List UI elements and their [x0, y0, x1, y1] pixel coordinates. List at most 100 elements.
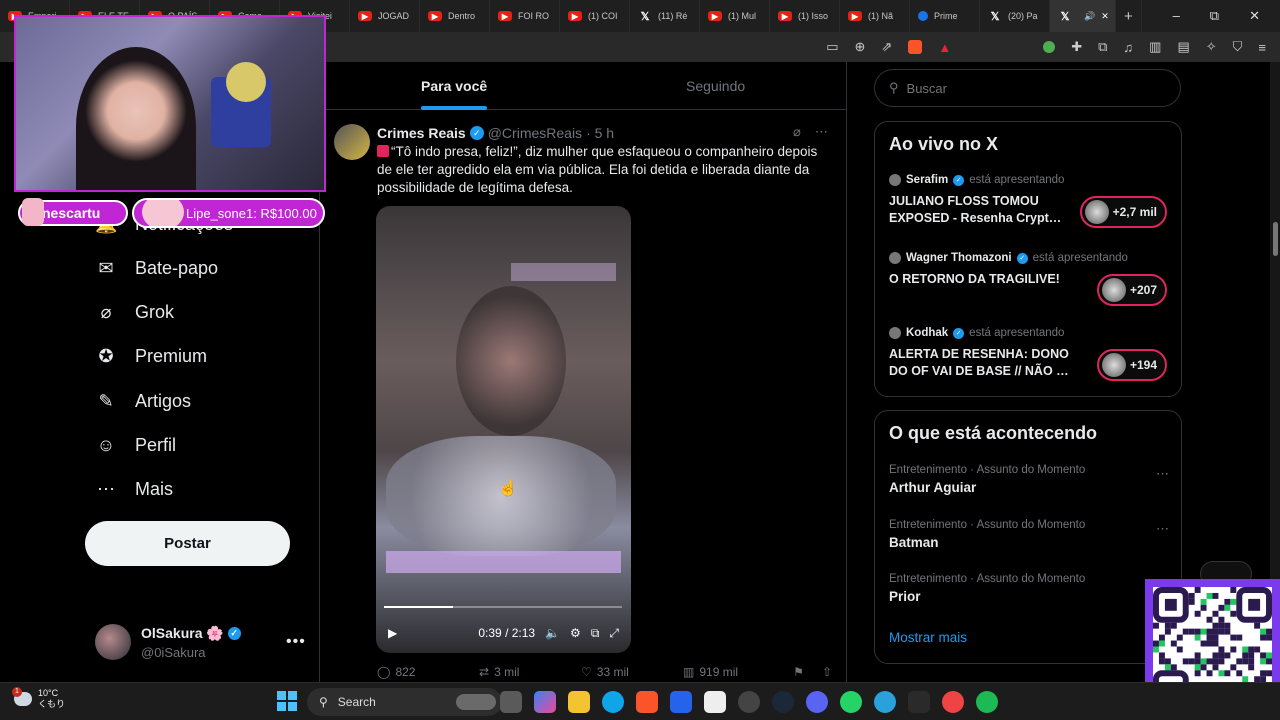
screenshot-icon[interactable]: ⧉: [1098, 39, 1107, 55]
reply-button[interactable]: ◯ 822: [377, 665, 479, 679]
tweet-video[interactable]: ▶ 0:39 / 2:13 🔈 ⚙ ⧉ ⤢: [376, 206, 631, 653]
tweet-more-icon[interactable]: ⋯: [815, 124, 828, 140]
browser-tab[interactable]: ▶ JOGAD: [350, 0, 420, 32]
taskbar-search[interactable]: ⚲ Search: [307, 688, 502, 716]
tab-close-icon[interactable]: ✕: [1101, 11, 1109, 22]
browser-tab[interactable]: 𝕏 (11) Ré: [630, 0, 700, 32]
spotify-icon[interactable]: [976, 691, 998, 713]
edge-icon[interactable]: [602, 691, 624, 713]
copilot-icon[interactable]: [534, 691, 556, 713]
tweet-author-name[interactable]: Crimes Reais: [377, 125, 466, 141]
tweet-author-avatar[interactable]: [334, 124, 370, 160]
live-listeners-pill[interactable]: +2,7 mil: [1079, 196, 1167, 228]
repost-button[interactable]: ⇄ 3 mil: [479, 665, 581, 679]
browser-tab[interactable]: ▶ (1) Mul: [700, 0, 770, 32]
obs-icon[interactable]: [738, 691, 760, 713]
start-button[interactable]: [277, 691, 297, 711]
trends-card: O que está acontecendo Entretenimento · …: [874, 410, 1182, 664]
browser-tab[interactable]: Prime: [910, 0, 980, 32]
search-input[interactable]: [906, 80, 1083, 96]
share-icon[interactable]: ⇧: [822, 665, 832, 679]
tweet-author-handle[interactable]: @CrimesReais: [488, 125, 582, 141]
sidebar-item-perfil[interactable]: ☺ Perfil: [95, 435, 176, 456]
live-listeners-pill[interactable]: +194: [1096, 349, 1167, 381]
live-host: Wagner Thomazoni ✓ está apresentando: [889, 252, 1169, 264]
steam-icon[interactable]: [772, 691, 794, 713]
browser-tab[interactable]: ▶ FOI RO: [490, 0, 560, 32]
fullscreen-icon[interactable]: ⤢: [609, 626, 619, 641]
capcut-icon[interactable]: [704, 691, 726, 713]
post-button[interactable]: Postar: [85, 521, 290, 566]
grok-icon[interactable]: ⌀: [793, 124, 801, 140]
trend-item[interactable]: Entretenimento · Assunto do Momento Arthu…: [889, 464, 1169, 495]
leo-ai-icon[interactable]: ✧: [1206, 39, 1217, 55]
video-progress-bar[interactable]: [384, 606, 622, 608]
share-icon[interactable]: ⇗: [881, 39, 892, 55]
account-switcher[interactable]: OlSakura 🌸 ✓ @0iSakura: [95, 624, 241, 660]
zoom-icon[interactable]: ⊕: [855, 39, 866, 55]
restore-button[interactable]: ⧉: [1210, 8, 1219, 24]
close-window-button[interactable]: ✕: [1249, 8, 1260, 24]
minimize-button[interactable]: –: [1173, 8, 1180, 24]
whatsapp-icon[interactable]: [840, 691, 862, 713]
vpn-status-icon[interactable]: [1043, 41, 1056, 53]
verified-badge-icon: ✓: [227, 627, 241, 641]
scrollbar-thumb[interactable]: [1273, 222, 1278, 256]
browser-tab[interactable]: ▶ (1) Isso: [770, 0, 840, 32]
tweet-time[interactable]: · 5 h: [586, 125, 614, 141]
store-icon[interactable]: [670, 691, 692, 713]
bookmark-icon[interactable]: ⚑: [793, 665, 804, 679]
browser-tab[interactable]: 𝕏 (20) Pa: [980, 0, 1050, 32]
verified-badge-icon: ✓: [1016, 252, 1028, 264]
like-button[interactable]: ♡ 33 mil: [581, 665, 683, 679]
browser-tab[interactable]: ▶ (1) Nã: [840, 0, 910, 32]
vpn-icon[interactable]: ⛉: [1233, 39, 1243, 55]
music-icon[interactable]: ♫: [1123, 40, 1133, 55]
sidebar-item-batepapo[interactable]: ✉ Bate-papo: [95, 258, 218, 279]
cast-icon[interactable]: ▭: [826, 39, 838, 55]
settings-icon[interactable]: ⚙: [570, 626, 581, 640]
tab-audio-icon[interactable]: 🔊: [1084, 11, 1095, 22]
extensions-icon[interactable]: ✚: [1071, 39, 1082, 55]
account-menu-icon[interactable]: •••: [286, 633, 306, 651]
host-name: Wagner Thomazoni: [906, 252, 1012, 264]
listener-count: +194: [1129, 358, 1157, 372]
new-tab-button[interactable]: +: [1116, 0, 1142, 32]
epic-games-icon[interactable]: [908, 691, 930, 713]
tab-para-voce[interactable]: Para você: [421, 62, 488, 110]
weather-widget[interactable]: 1 10°C くもり: [12, 687, 65, 710]
task-view-icon[interactable]: [500, 691, 522, 713]
search-box[interactable]: ⚲: [874, 69, 1181, 107]
stream-alert-bar: nescartu: [18, 198, 128, 226]
sidebar-item-label: Mais: [135, 479, 174, 499]
rewards-icon[interactable]: ▲: [938, 40, 951, 55]
browser-tab[interactable]: 𝕏 🔊 ✕: [1050, 0, 1116, 32]
trend-more-icon[interactable]: ⋯: [1156, 521, 1169, 537]
pip-icon[interactable]: ⧉: [591, 626, 600, 641]
sidebar-item-grok[interactable]: ⌀ Grok: [95, 302, 174, 323]
views-button[interactable]: ▥ 919 mil: [683, 665, 785, 679]
wallet-icon[interactable]: ▤: [1177, 39, 1189, 55]
trend-more-icon[interactable]: ⋯: [1156, 466, 1169, 482]
sidebar-item-mais[interactable]: ⋯ Mais: [95, 479, 173, 500]
browser-tab[interactable]: ▶ Dentro: [420, 0, 490, 32]
live-listeners-pill[interactable]: +207: [1096, 274, 1167, 306]
menu-icon[interactable]: ≡: [1258, 40, 1266, 55]
trend-item[interactable]: Entretenimento · Assunto do Momento Prior: [889, 573, 1169, 604]
brave-shield-icon[interactable]: [908, 40, 923, 54]
live-on-x-card: Ao vivo no X Serafim ✓ está apresentando JU…: [874, 121, 1182, 397]
sidebar-item-premium[interactable]: ✪ Premium: [95, 346, 207, 367]
tab-seguindo[interactable]: Seguindo: [686, 62, 745, 110]
sidebar-toggle-icon[interactable]: ▥: [1149, 39, 1161, 55]
browser-tab[interactable]: ▶ (1) COI: [560, 0, 630, 32]
ea-icon[interactable]: [942, 691, 964, 713]
discord-icon[interactable]: [806, 691, 828, 713]
trend-item[interactable]: Entretenimento · Assunto do Momento Batma…: [889, 519, 1169, 550]
telegram-icon[interactable]: [874, 691, 896, 713]
show-more-link[interactable]: Mostrar mais: [889, 630, 967, 645]
brave-icon[interactable]: [636, 691, 658, 713]
file-explorer-icon[interactable]: [568, 691, 590, 713]
volume-icon[interactable]: 🔈: [545, 626, 560, 640]
play-icon[interactable]: ▶: [388, 626, 397, 640]
sidebar-item-artigos[interactable]: ✎ Artigos: [95, 391, 191, 412]
